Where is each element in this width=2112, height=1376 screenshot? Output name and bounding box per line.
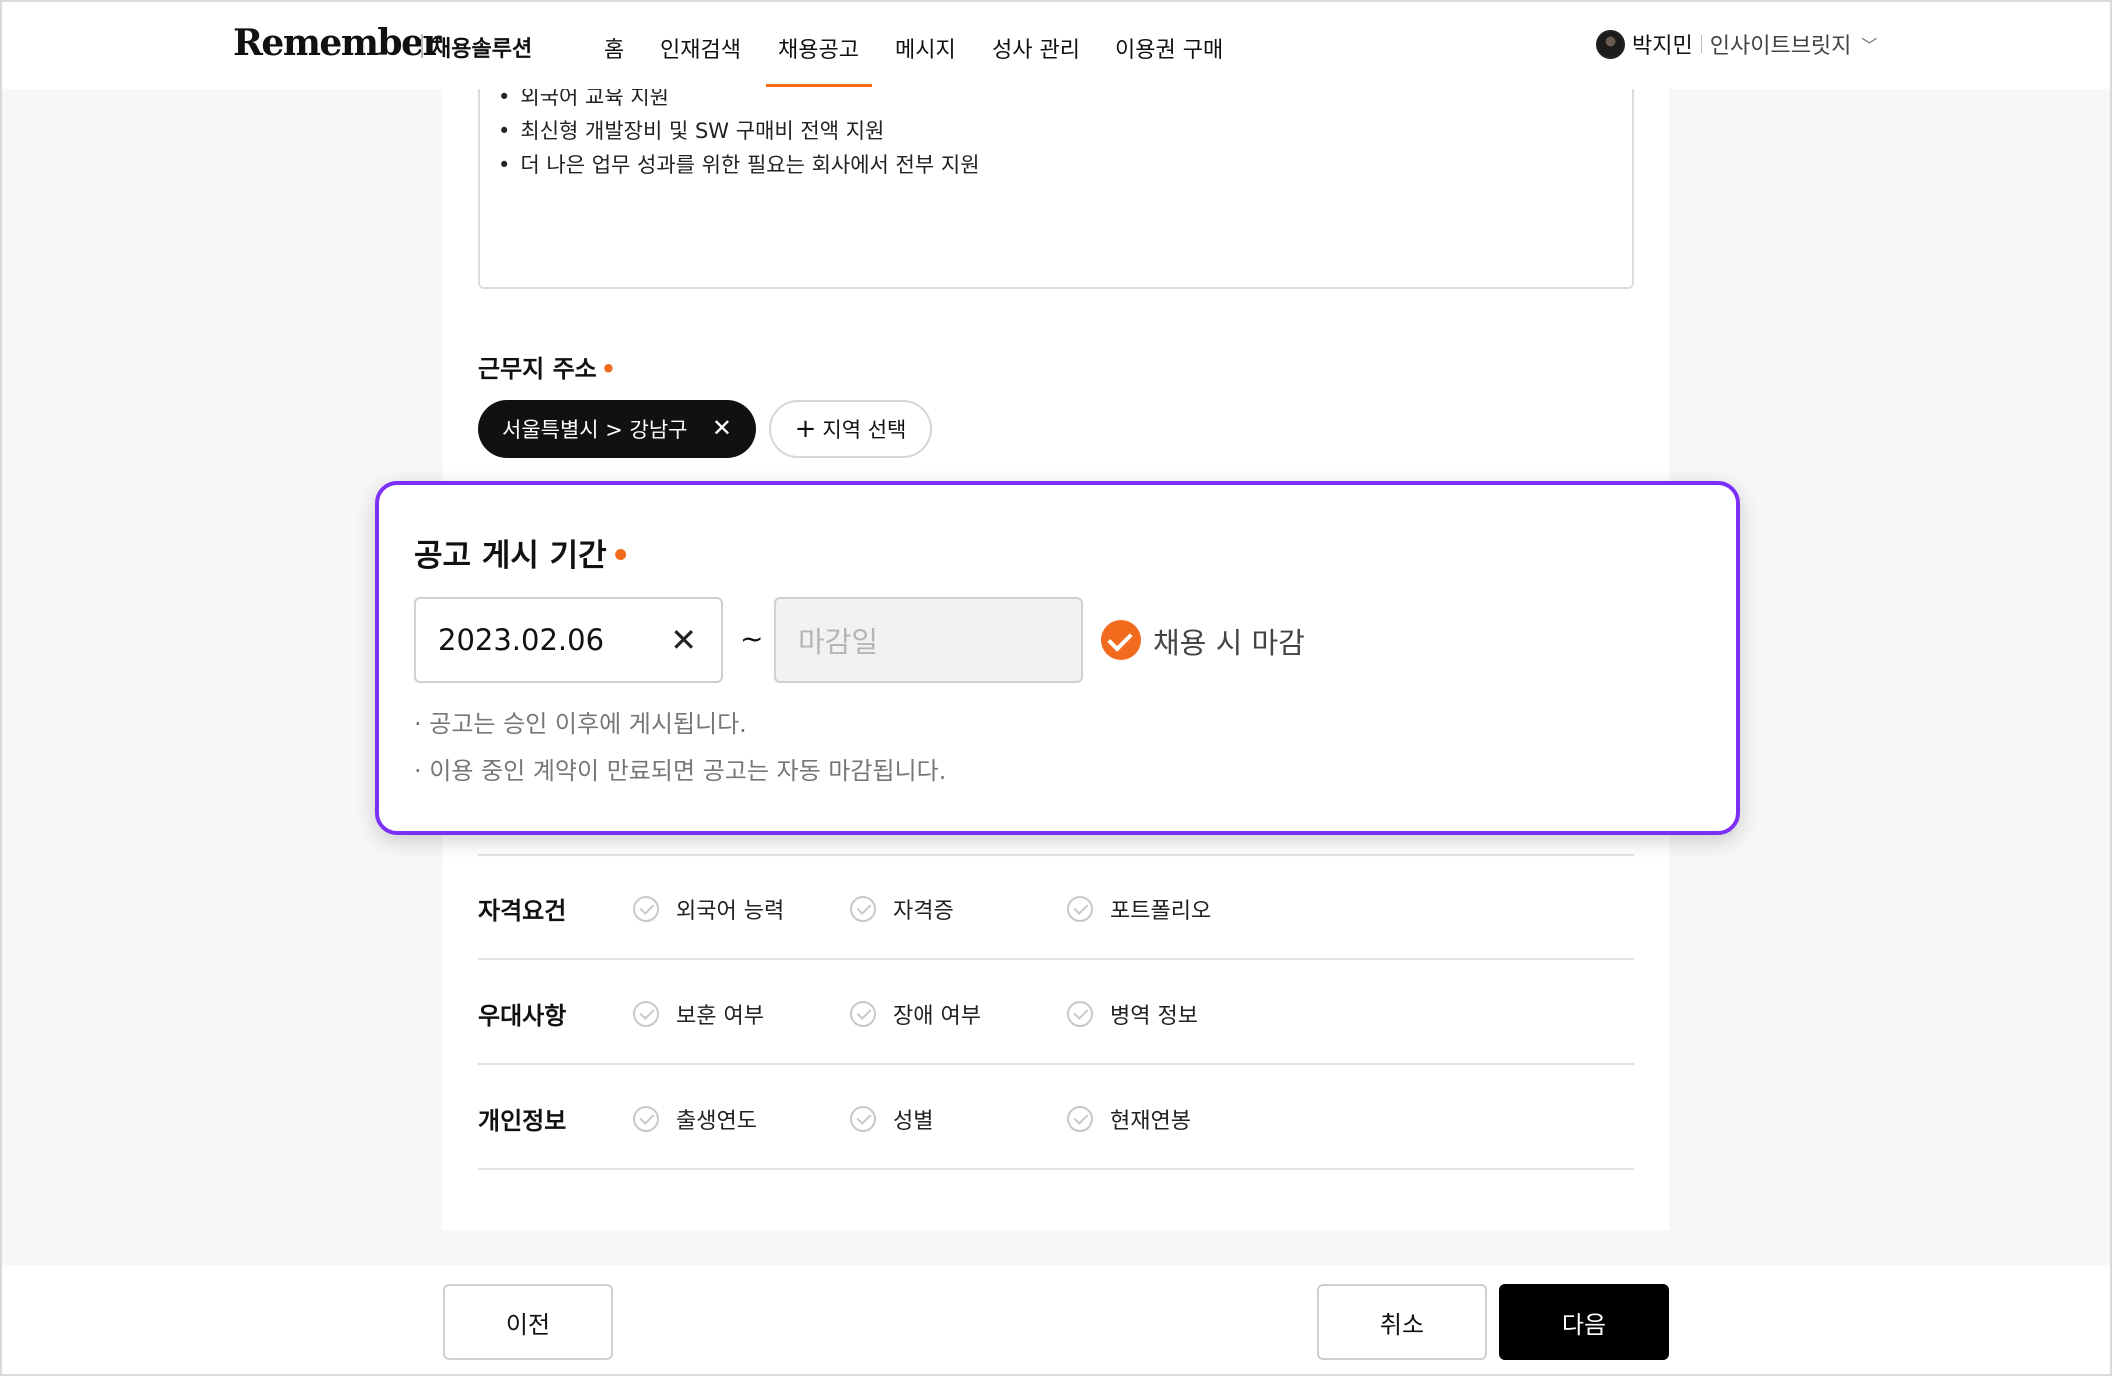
logo-subtitle: 채용솔루션 <box>431 37 533 62</box>
option-label: 자격증 <box>893 899 954 924</box>
posting-period-title: 공고 게시 기간 • <box>414 538 631 574</box>
close-on-hire-label[interactable]: 채용 시 마감 <box>1153 620 1305 662</box>
option-label: 출생연도 <box>676 1109 757 1134</box>
chevron-down-icon: ﹀ <box>1861 36 1878 55</box>
row-divider <box>478 1063 1634 1065</box>
option-label: 보훈 여부 <box>676 1004 764 1029</box>
benefit-item: 더 나은 업무 성과를 위한 필요는 회사에서 전부 지원 <box>498 149 979 179</box>
option-label: 현재연봉 <box>1110 1109 1191 1134</box>
start-date-input[interactable]: 2023.02.06 ✕ <box>414 597 723 683</box>
check-circle-icon <box>1067 896 1093 922</box>
option-portfolio[interactable]: 포트폴리오 <box>1067 893 1211 925</box>
plus-icon: + <box>794 414 817 444</box>
nav-talent-search[interactable]: 인재검색 <box>660 32 741 64</box>
option-label: 포트폴리오 <box>1110 899 1212 924</box>
date-range-separator: ~ <box>740 622 764 655</box>
add-region-label: 지역 선택 <box>822 418 907 442</box>
nav-home[interactable]: 홈 <box>604 32 624 64</box>
required-dot: • <box>610 538 631 574</box>
option-current-salary[interactable]: 현재연봉 <box>1067 1103 1191 1135</box>
close-on-hire-checkbox[interactable] <box>1101 620 1141 660</box>
check-circle-icon <box>850 1001 876 1027</box>
option-label: 외국어 능력 <box>676 899 785 924</box>
nav-buy-pass[interactable]: 이용권 구매 <box>1115 32 1223 64</box>
option-gender[interactable]: 성별 <box>850 1103 933 1135</box>
nav-messages[interactable]: 메시지 <box>895 32 956 64</box>
option-disability[interactable]: 장애 여부 <box>850 998 981 1030</box>
close-icon[interactable]: ✕ <box>712 414 732 442</box>
benefit-item: 최신형 개발장비 및 SW 구매비 전액 지원 <box>498 115 884 145</box>
next-button[interactable]: 다음 <box>1499 1284 1669 1360</box>
option-certificate[interactable]: 자격증 <box>850 893 954 925</box>
user-menu[interactable]: 박지민 인사이트브릿지 ﹀ <box>1596 28 1877 60</box>
option-birth-year[interactable]: 출생연도 <box>633 1103 757 1135</box>
option-label: 병역 정보 <box>1110 1004 1198 1029</box>
option-military[interactable]: 병역 정보 <box>1067 998 1198 1030</box>
top-header: Remember 채용솔루션 홈 인재검색 채용공고 메시지 성사 관리 이용권… <box>0 0 2112 89</box>
clear-date-icon[interactable]: ✕ <box>670 621 697 659</box>
check-circle-icon <box>633 1001 659 1027</box>
check-circle-icon <box>1067 1001 1093 1027</box>
check-circle-icon <box>633 1106 659 1132</box>
row-label-preferences: 우대사항 <box>478 1002 567 1030</box>
option-foreign-language[interactable]: 외국어 능력 <box>633 893 784 925</box>
row-divider <box>478 854 1634 856</box>
option-veteran[interactable]: 보훈 여부 <box>633 998 764 1030</box>
option-label: 성별 <box>893 1109 934 1134</box>
user-divider <box>1700 35 1702 53</box>
posting-note: · 이용 중인 계약이 만료되면 공고는 자동 마감됩니다. <box>414 757 947 785</box>
posting-note: · 공고는 승인 이후에 게시됩니다. <box>414 710 747 738</box>
row-divider <box>478 958 1634 960</box>
option-label: 장애 여부 <box>893 1004 981 1029</box>
prev-button[interactable]: 이전 <box>443 1284 613 1360</box>
check-circle-icon <box>850 896 876 922</box>
selected-region-label: 서울특별시 > 강남구 <box>502 418 688 442</box>
check-circle-icon <box>850 1106 876 1132</box>
nav-success-management[interactable]: 성사 관리 <box>992 32 1080 64</box>
end-date-placeholder: 마감일 <box>798 625 879 659</box>
cancel-button[interactable]: 취소 <box>1317 1284 1487 1360</box>
end-date-input[interactable]: 마감일 <box>774 597 1083 683</box>
row-label-qualifications: 자격요건 <box>478 897 567 925</box>
required-dot: • <box>600 355 617 383</box>
remember-logo[interactable]: Remember <box>233 22 441 64</box>
add-region-button[interactable]: + 지역 선택 <box>769 400 932 458</box>
active-nav-indicator <box>766 84 872 87</box>
footer-bar <box>0 1265 2112 1376</box>
logo-divider <box>421 34 423 58</box>
location-label: 근무지 주소 • <box>478 355 617 383</box>
nav-job-postings[interactable]: 채용공고 <box>778 32 859 64</box>
check-circle-icon <box>633 896 659 922</box>
check-circle-icon <box>1067 1106 1093 1132</box>
row-label-personal-info: 개인정보 <box>478 1107 567 1135</box>
row-divider <box>478 1168 1634 1170</box>
avatar <box>1596 29 1625 59</box>
company-name: 인사이트브릿지 <box>1709 34 1852 59</box>
start-date-value: 2023.02.06 <box>438 623 605 657</box>
user-name: 박지민 <box>1632 34 1693 59</box>
selected-region-chip[interactable]: 서울특별시 > 강남구 ✕ <box>478 400 756 458</box>
